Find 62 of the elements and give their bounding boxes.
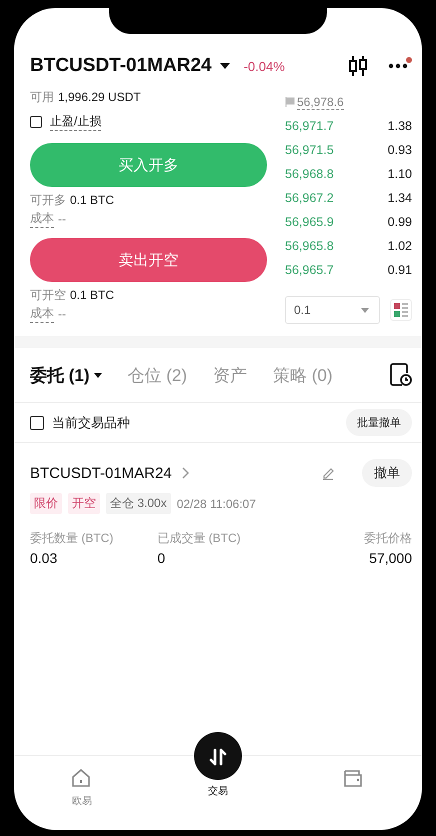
available-label: 可用 — [30, 89, 54, 106]
max-label: 可开多 — [30, 192, 66, 209]
bid-price: 56,967.2 — [285, 191, 334, 205]
max-amount: 0.1 BTC — [70, 287, 114, 304]
caret-icon[interactable] — [220, 63, 230, 69]
cost-value: -- — [58, 306, 66, 322]
cost-label: 成本 — [30, 304, 54, 323]
bid-size: 1.38 — [388, 119, 412, 133]
contract-title[interactable]: BTCUSDT-01MAR24 — [30, 55, 212, 77]
cost-value: -- — [58, 210, 66, 228]
order-history-icon[interactable] — [390, 363, 412, 387]
cancel-order-button[interactable]: 撤单 — [362, 459, 412, 487]
bid-size: 1.10 — [388, 167, 412, 181]
flag-icon — [285, 97, 295, 107]
candlestick-icon[interactable] — [348, 55, 368, 77]
step-dropdown[interactable]: 0.1 — [285, 296, 380, 324]
bid-price: 56,965.8 — [285, 239, 334, 253]
caret-icon — [361, 308, 369, 312]
field-label: 委托数量 (BTC) — [30, 530, 114, 547]
bid-size: 1.02 — [388, 239, 412, 253]
price-change: -0.04% — [244, 58, 285, 74]
field-label: 已成交量 (BTC) — [157, 530, 242, 547]
tab[interactable]: 委托 (1) — [30, 364, 102, 386]
bid-price: 56,971.7 — [285, 119, 334, 133]
batch-cancel-button[interactable]: 批量撤单 — [346, 409, 412, 436]
order-time: 02/28 11:06:07 — [176, 496, 256, 510]
edit-icon[interactable] — [322, 466, 336, 480]
nav-item[interactable]: 欧易 — [14, 756, 150, 830]
sell-button[interactable]: 卖出开空 — [30, 238, 267, 282]
order-tag: 限价 — [30, 493, 62, 514]
max-amount: 0.1 BTC — [70, 192, 114, 209]
field-value: 57,000 — [369, 550, 412, 566]
bid-price: 56,971.5 — [285, 143, 334, 157]
bid-size: 0.93 — [388, 143, 412, 157]
bid-price: 56,965.7 — [285, 263, 334, 277]
bid-price: 56,965.9 — [285, 215, 334, 229]
tpsl-label[interactable]: 止盈/止损 — [50, 112, 102, 131]
home-icon — [71, 768, 93, 788]
more-icon[interactable] — [388, 63, 408, 69]
bid-size: 1.34 — [388, 191, 412, 205]
field-value: 0 — [157, 550, 166, 566]
field-value: 0.03 — [30, 550, 58, 566]
checkbox[interactable] — [30, 416, 44, 430]
bid-price: 56,968.8 — [285, 167, 334, 181]
order-tag: 全仓 3.00x — [106, 493, 171, 514]
caret-icon — [94, 372, 102, 378]
bid-size: 0.91 — [388, 263, 412, 277]
order-book-layout-icon[interactable] — [390, 299, 412, 321]
field-label: 委托价格 — [364, 530, 412, 547]
cost-label: 成本 — [30, 209, 54, 228]
order-tag: 开空 — [68, 493, 100, 514]
order-symbol[interactable]: BTCUSDT-01MAR24 — [30, 464, 172, 482]
mark-price: 56,978.6 — [297, 94, 344, 110]
chevron-right-icon[interactable] — [182, 467, 189, 479]
filter-label: 当前交易品种 — [52, 414, 130, 432]
wallet-icon — [343, 768, 365, 788]
available-balance: 1,996.29 USDT — [58, 89, 141, 106]
checkbox[interactable] — [30, 116, 42, 128]
swap-icon — [207, 746, 229, 766]
nav-item[interactable]: 交易 — [150, 732, 286, 830]
bid-size: 0.99 — [388, 215, 412, 229]
max-label: 可开空 — [30, 287, 66, 304]
